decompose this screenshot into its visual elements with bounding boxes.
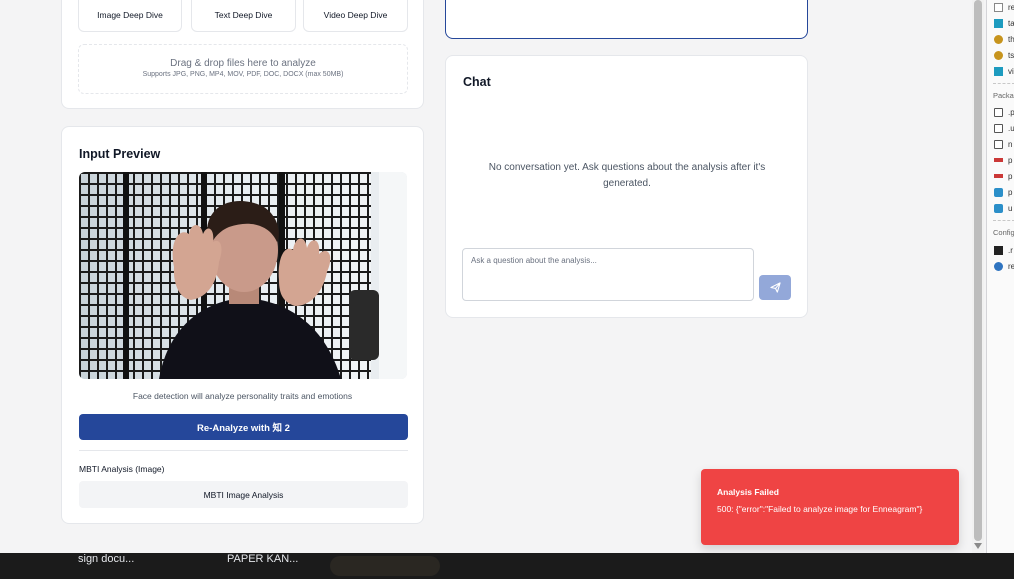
folder-item-label: n (1008, 139, 1013, 149)
typescript-file-icon (994, 66, 1003, 76)
toast-title: Analysis Failed (717, 487, 779, 497)
file-item[interactable]: ta (994, 17, 1014, 29)
folder-icon (994, 139, 1003, 149)
file-item[interactable]: .r (994, 244, 1013, 256)
preview-photo (79, 172, 407, 379)
file-item[interactable]: p (994, 154, 1012, 166)
file-item-label: p (1008, 171, 1013, 181)
chat-title: Chat (463, 75, 491, 89)
file-item[interactable]: th (994, 33, 1014, 45)
divider (993, 220, 1014, 221)
text-deep-dive-button[interactable]: Text Deep Dive (191, 0, 296, 32)
gear-icon (994, 261, 1003, 271)
send-icon (769, 282, 781, 293)
file-item-label: ta (1008, 18, 1014, 28)
file-item-label: re (1008, 2, 1014, 12)
taskbar-item[interactable]: sign docu... (78, 553, 134, 565)
file-item-label: vi (1008, 66, 1014, 76)
video-deep-dive-button[interactable]: Video Deep Dive (303, 0, 408, 32)
chat-card: Chat No conversation yet. Ask questions … (445, 55, 808, 318)
folder-item[interactable]: n (994, 138, 1012, 150)
file-explorer-panel: re ta th ts vi Packa .p .u n p p p u Con… (986, 0, 1014, 553)
taskbar: sign docu... PAPER KAN... (0, 553, 1014, 579)
folder-item[interactable]: .u (994, 122, 1014, 134)
config-file-icon (994, 245, 1003, 255)
toast-message: 500: {"error":"Failed to analyze image f… (717, 504, 923, 514)
file-item-label: th (1008, 34, 1014, 44)
page-scrollbar[interactable] (972, 0, 984, 553)
image-deep-dive-button[interactable]: Image Deep Dive (78, 0, 182, 32)
text-deep-dive-label: Text Deep Dive (214, 10, 273, 20)
file-item[interactable]: p (994, 186, 1012, 198)
npm-icon (994, 174, 1003, 178)
file-item-label: p (1008, 155, 1013, 165)
npm-icon (994, 158, 1003, 162)
scrollbar-thumb[interactable] (974, 0, 982, 541)
python-icon (994, 203, 1003, 213)
folder-item[interactable]: .p (994, 106, 1014, 118)
divider (993, 83, 1014, 84)
folder-icon (994, 107, 1003, 117)
file-item-label: ts (1008, 50, 1014, 60)
file-item[interactable]: re (994, 1, 1014, 13)
typescript-file-icon (994, 18, 1003, 28)
error-toast[interactable]: Analysis Failed 500: {"error":"Failed to… (701, 469, 959, 545)
scroll-down-arrow-icon[interactable] (974, 543, 982, 549)
video-deep-dive-label: Video Deep Dive (323, 10, 388, 20)
upload-card: Image Deep Dive Text Deep Dive Video Dee… (61, 0, 424, 109)
re-analyze-button[interactable]: Re-Analyze with 知 2 (79, 414, 408, 440)
file-item-label: u (1008, 203, 1013, 213)
taskbar-item[interactable]: PAPER KAN... (227, 553, 298, 565)
preview-caption: Face detection will analyze personality … (132, 391, 353, 401)
python-icon (994, 187, 1003, 197)
config-file-icon (994, 50, 1003, 60)
preview-title: Input Preview (79, 147, 161, 161)
input-preview-card: Input Preview Face detection will analyz… (61, 126, 424, 524)
divider (79, 450, 408, 451)
file-item[interactable]: re (994, 260, 1014, 272)
file-item[interactable]: vi (994, 65, 1014, 77)
dropzone-title: Drag & drop files here to analyze (170, 58, 316, 69)
preview-image (79, 172, 407, 379)
file-icon (994, 2, 1003, 12)
send-button[interactable] (759, 275, 791, 300)
file-item[interactable]: ts (994, 49, 1014, 61)
folder-item-label: .p (1008, 107, 1014, 117)
chat-empty-message: No conversation yet. Ask questions about… (488, 162, 766, 189)
config-heading: Config (993, 228, 1014, 237)
folder-icon (994, 123, 1003, 133)
dropzone-subtitle: Supports JPG, PNG, MP4, MOV, PDF, DOC, D… (142, 71, 344, 78)
file-item[interactable]: u (994, 202, 1012, 214)
packages-heading: Packa (993, 91, 1014, 100)
analysis-result-card (445, 0, 808, 39)
taskbar-thumbnail (330, 556, 440, 576)
mbti-image-analysis-button[interactable]: MBTI Image Analysis (79, 481, 408, 508)
folder-item-label: .u (1008, 123, 1014, 133)
file-item-label: p (1008, 187, 1013, 197)
image-deep-dive-label: Image Deep Dive (97, 10, 163, 20)
file-dropzone[interactable]: Drag & drop files here to analyze Suppor… (78, 44, 408, 94)
file-item-label: .r (1008, 245, 1013, 255)
file-item[interactable]: p (994, 170, 1012, 182)
mbti-analysis-label: MBTI Analysis (Image) (79, 464, 165, 474)
file-item-label: re (1008, 261, 1014, 271)
config-file-icon (994, 34, 1003, 44)
chat-input[interactable] (462, 248, 754, 301)
